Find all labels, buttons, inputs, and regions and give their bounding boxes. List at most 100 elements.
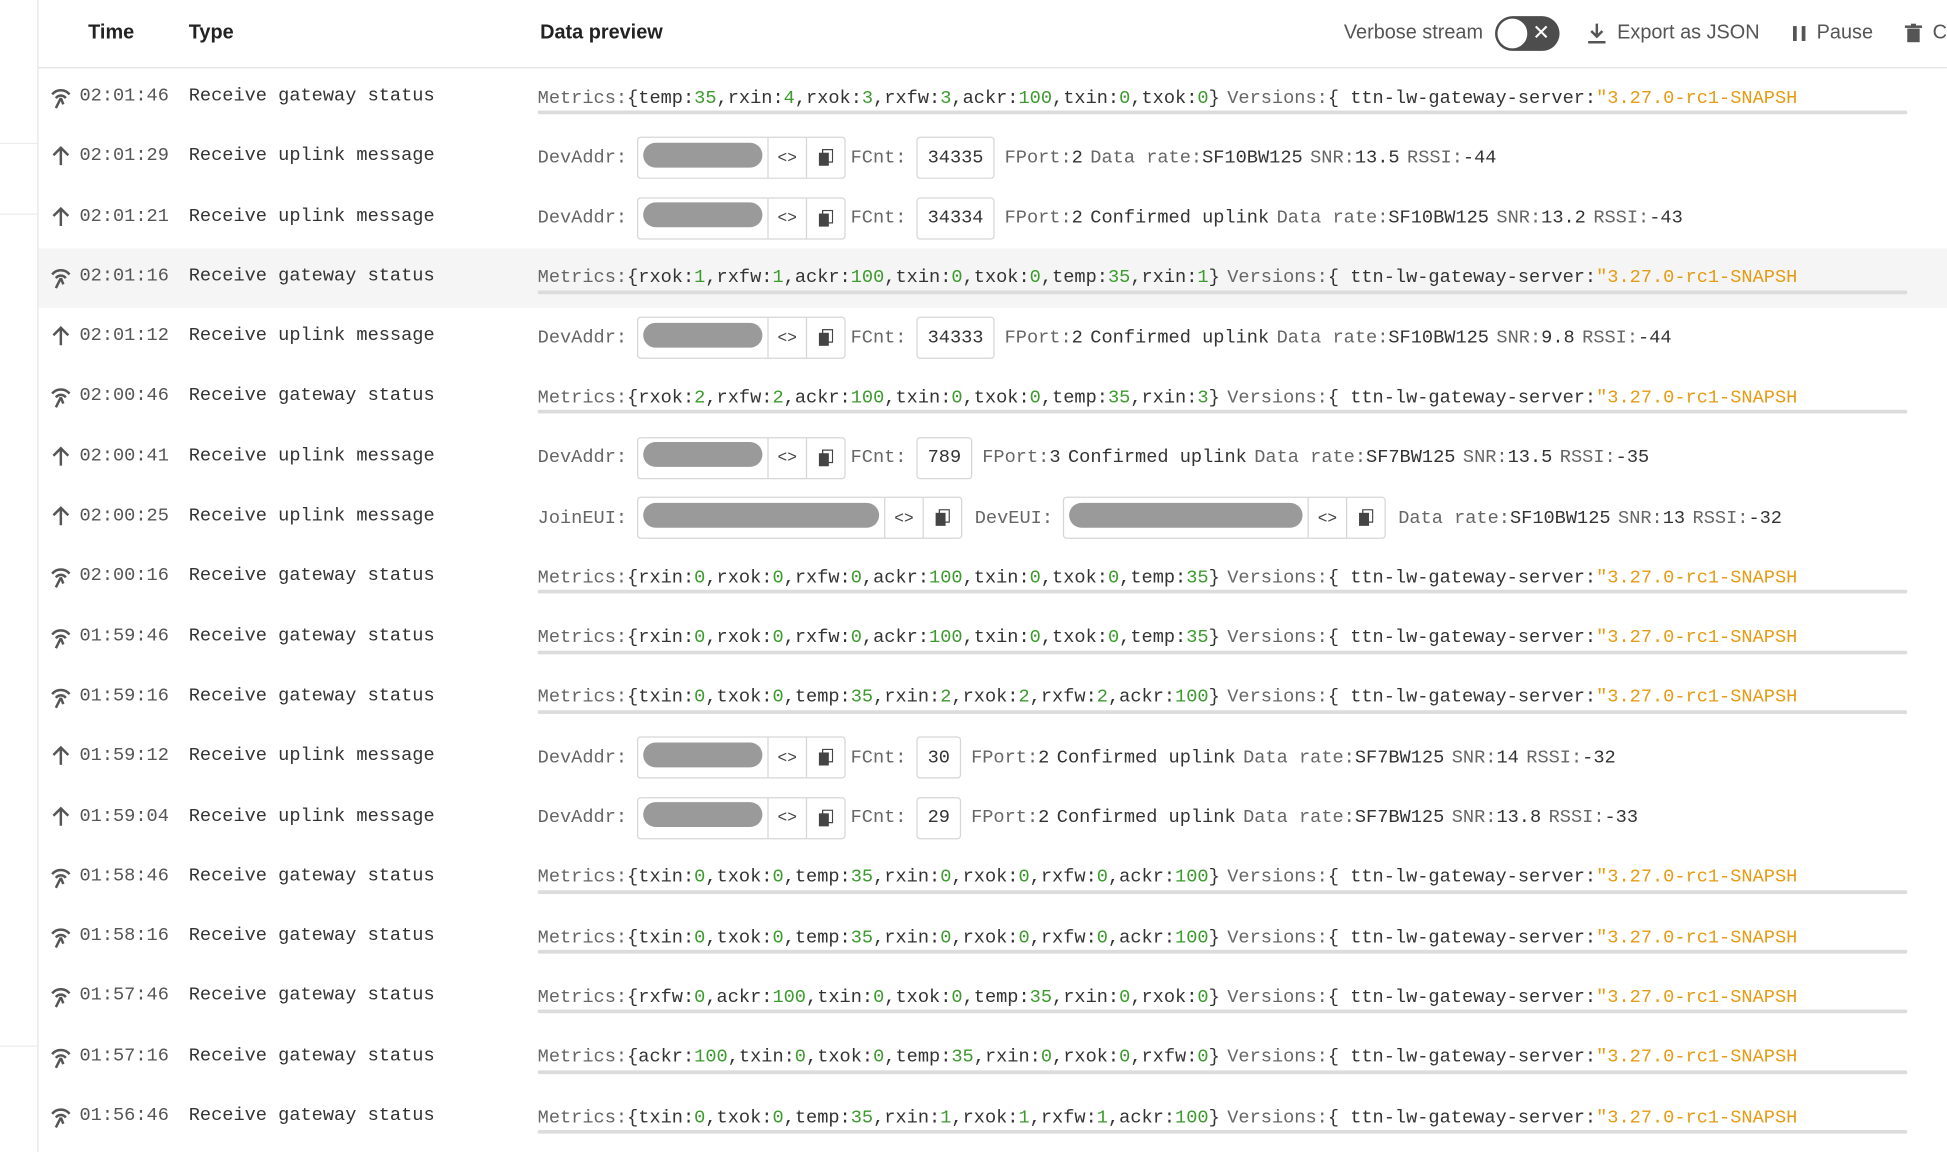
code-toggle-icon[interactable]: <> <box>767 797 805 838</box>
event-row[interactable]: 02:01:29 Receive uplink message DevAddr: <>… <box>38 128 1946 188</box>
copy-icon[interactable] <box>1346 498 1384 538</box>
redacted-value <box>1069 502 1303 528</box>
devaddr-field: <> <box>637 736 846 779</box>
event-row[interactable]: 02:01:12 Receive uplink message DevAddr: <>… <box>38 308 1946 368</box>
comma: , <box>1119 627 1131 649</box>
event-row[interactable]: 02:01:16 Receive gateway status Metrics: {… <box>38 248 1947 309</box>
data-preview: Metrics: { rxok: 2, rxfw: 2, ackr: 100, … <box>538 368 1798 428</box>
event-row[interactable]: 02:00:41 Receive uplink message DevAddr: <>… <box>38 428 1946 488</box>
code-toggle-icon[interactable]: <> <box>767 318 805 358</box>
event-row[interactable]: 01:59:16 Receive gateway status Metrics: {… <box>38 668 1946 728</box>
fcnt-value: 34335 <box>916 136 995 180</box>
confirmed-uplink-label: Confirmed uplink <box>1090 327 1270 349</box>
metric-value: 35 <box>1029 987 1053 1009</box>
event-type: Receive gateway status <box>188 925 435 947</box>
redacted-value <box>643 742 763 768</box>
copy-icon[interactable] <box>805 138 844 178</box>
data-rate-label: Data rate: <box>1254 447 1367 469</box>
copy-icon[interactable] <box>805 318 844 358</box>
version-key: { ttn-lw-gateway-server: <box>1327 867 1597 889</box>
event-type: Receive gateway status <box>188 985 435 1007</box>
code-toggle-icon[interactable]: <> <box>767 737 805 778</box>
code-toggle-icon[interactable]: <> <box>767 198 805 238</box>
metric-value: 100 <box>1175 687 1209 709</box>
clear-button[interactable]: C <box>1905 22 1947 44</box>
event-type: Receive uplink message <box>188 445 435 467</box>
comma: , <box>705 1107 717 1129</box>
version-key: { ttn-lw-gateway-server: <box>1327 387 1597 409</box>
event-row[interactable]: 01:58:16 Receive gateway status Metrics: {… <box>38 908 1946 968</box>
metric-key: temp: <box>794 687 851 709</box>
metric-key: rxfw: <box>1141 1047 1198 1069</box>
comma: , <box>1052 1047 1064 1069</box>
rssi-label: RSSI: <box>1559 447 1616 469</box>
redacted-value <box>643 502 880 528</box>
copy-icon[interactable] <box>805 737 844 778</box>
code-toggle-icon[interactable]: <> <box>767 438 805 478</box>
event-row[interactable]: 01:59:46 Receive gateway status Metrics: {… <box>38 608 1946 668</box>
brace: } <box>1208 87 1220 109</box>
comma: , <box>951 867 963 889</box>
metric-key: ackr: <box>873 627 930 649</box>
rssi-value: -44 <box>1462 147 1497 169</box>
copy-icon[interactable] <box>805 198 844 238</box>
metric-value: 100 <box>1175 1107 1209 1129</box>
data-preview: DevAddr: <> FCnt: 34333 FPort: 2 Confirmed up… <box>538 308 1672 368</box>
event-row[interactable]: 02:01:46 Receive gateway status Metrics: {… <box>38 68 1946 128</box>
event-row[interactable]: 01:57:46 Receive gateway status Metrics: {… <box>38 968 1946 1028</box>
brace: } <box>1208 567 1220 589</box>
data-rate-label: Data rate: <box>1243 807 1355 829</box>
event-time: 02:00:41 <box>79 445 169 467</box>
export-json-button[interactable]: Export as JSON <box>1587 22 1760 44</box>
metric-key: txin: <box>638 867 695 889</box>
metric-key: rxfw: <box>794 567 851 589</box>
code-toggle-icon[interactable]: <> <box>884 498 922 538</box>
event-row[interactable]: 02:00:46 Receive gateway status Metrics: {… <box>38 368 1946 428</box>
metric-key: rxin: <box>884 687 941 709</box>
event-type: Receive gateway status <box>188 685 435 707</box>
event-row[interactable]: 02:00:16 Receive gateway status Metrics: {… <box>38 548 1946 608</box>
comma: , <box>1107 1107 1120 1129</box>
version-value: "3.27.0-rc1-SNAPSH <box>1596 1107 1798 1129</box>
pause-button[interactable]: Pause <box>1792 22 1873 44</box>
event-row[interactable]: 02:01:21 Receive uplink message DevAddr: <>… <box>38 188 1946 248</box>
event-row[interactable]: 01:56:46 Receive gateway status Metrics: {… <box>38 1088 1946 1148</box>
event-row[interactable]: 01:58:46 Receive gateway status Metrics: {… <box>38 848 1946 908</box>
event-time: 02:01:12 <box>79 325 169 347</box>
event-row[interactable]: 01:59:04 Receive uplink message DevAddr: <>… <box>38 788 1946 848</box>
data-preview: Metrics: { rxin: 0, rxok: 0, rxfw: 0, ac… <box>538 548 1798 608</box>
event-time: 01:57:16 <box>79 1045 169 1067</box>
copy-icon[interactable] <box>805 797 844 838</box>
gateway-icon <box>48 384 73 409</box>
data-preview: Metrics: { txin: 0, txok: 0, temp: 35, r… <box>538 1088 1798 1148</box>
comma: , <box>783 1107 795 1129</box>
comma: , <box>962 567 974 589</box>
comma: , <box>962 267 974 289</box>
fport-label: FPort: <box>971 747 1039 769</box>
code-toggle-icon[interactable]: <> <box>1307 498 1346 538</box>
code-toggle-icon[interactable]: <> <box>767 138 805 178</box>
brace: { <box>627 627 639 649</box>
metric-key: txin: <box>638 1107 695 1129</box>
verbose-stream-toggle[interactable]: ✕ <box>1495 16 1561 51</box>
snr-value: 13.5 <box>1507 447 1553 469</box>
copy-icon[interactable] <box>922 498 961 538</box>
gateway-icon <box>48 1044 73 1069</box>
versions-label: Versions: <box>1227 567 1328 589</box>
comma: , <box>973 1047 985 1069</box>
event-row[interactable]: 02:00:25 Receive uplink message JoinEUI: <>… <box>38 488 1946 548</box>
copy-icon[interactable] <box>805 438 844 478</box>
event-row[interactable]: 01:57:16 Receive gateway status Metrics: {… <box>38 1028 1946 1088</box>
versions-label: Versions: <box>1227 1107 1328 1129</box>
metrics-label: Metrics: <box>537 567 628 589</box>
rssi-label: RSSI: <box>1548 807 1605 829</box>
metric-key: txok: <box>716 927 773 949</box>
gateway-icon <box>48 984 73 1009</box>
brace: { <box>627 867 639 889</box>
event-row[interactable]: 01:59:12 Receive uplink message DevAddr: <>… <box>38 728 1946 788</box>
snr-value: 13.2 <box>1541 207 1586 229</box>
gateway-icon <box>48 924 73 949</box>
fport-value: 2 <box>1071 147 1083 169</box>
comma: , <box>1029 1107 1041 1129</box>
version-value: "3.27.0-rc1-SNAPSH <box>1596 387 1798 409</box>
